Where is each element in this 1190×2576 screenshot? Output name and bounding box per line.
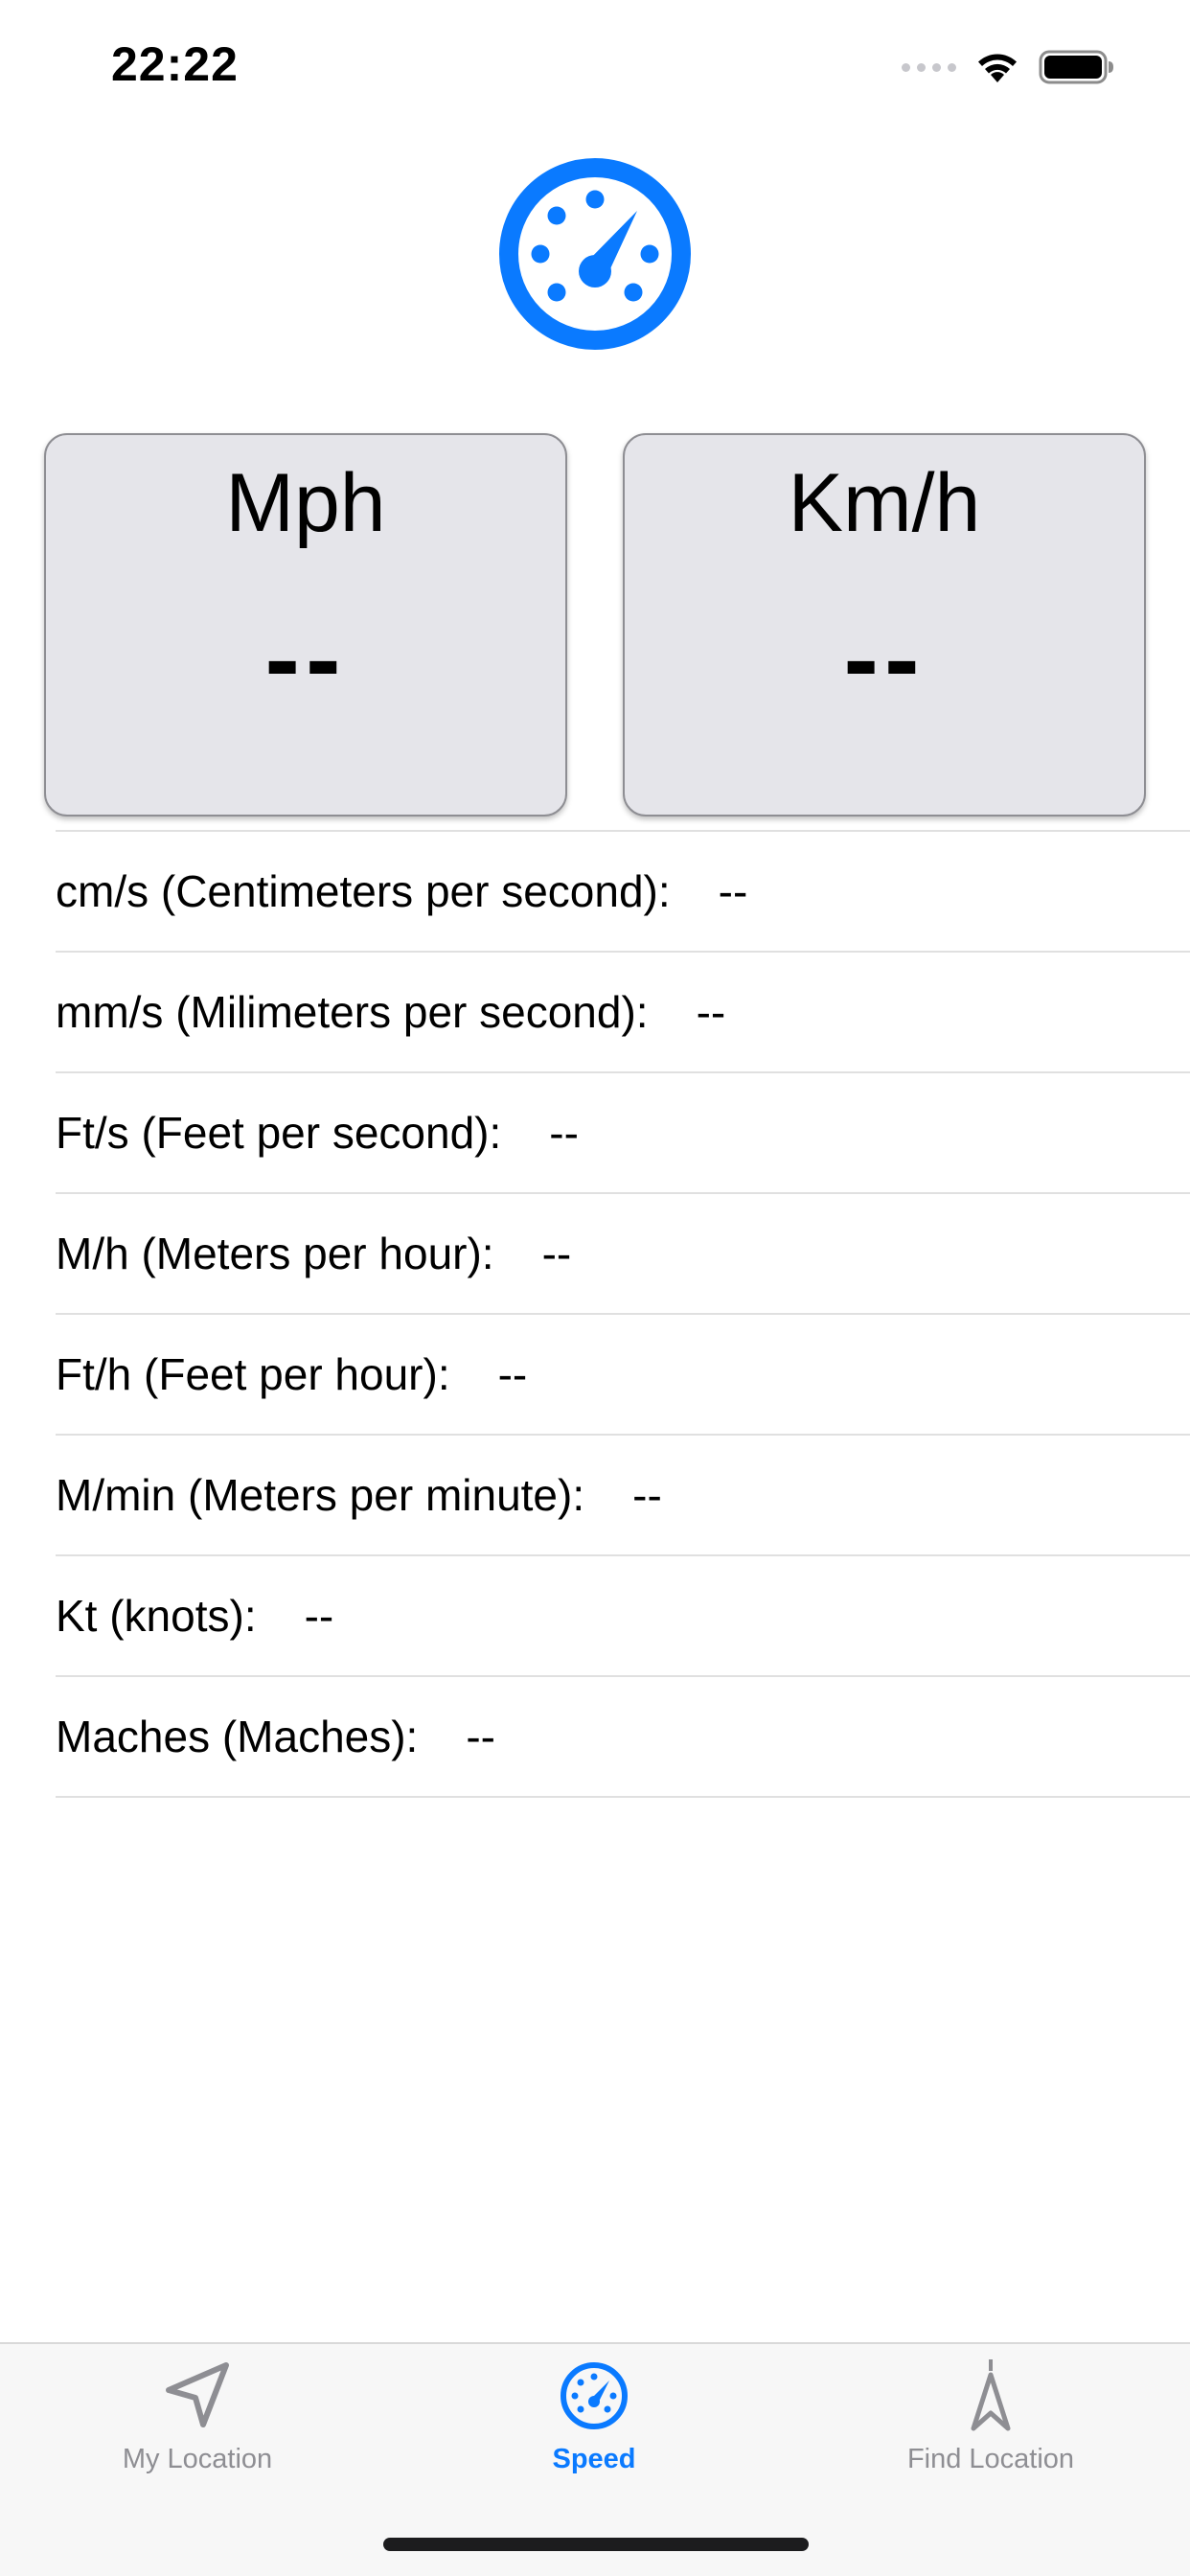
kmh-card-title: Km/h (788, 457, 981, 549)
unit-row-ft-per-hour: Ft/h (Feet per hour): -- (56, 1315, 1190, 1436)
unit-row-mm-per-second: mm/s (Milimeters per second): -- (56, 953, 1190, 1073)
unit-value: -- (696, 987, 726, 1037)
speedometer-icon (561, 2362, 628, 2429)
unit-label: Ft/h (Feet per hour): (56, 1349, 450, 1399)
unit-row-m-per-hour: M/h (Meters per hour): -- (56, 1194, 1190, 1315)
unit-row-knots: Kt (knots): -- (56, 1556, 1190, 1677)
mph-card-value: -- (264, 600, 347, 718)
kmh-card: Km/h -- (623, 433, 1146, 816)
unit-value: -- (304, 1591, 334, 1641)
unit-label: M/min (Meters per minute): (56, 1470, 585, 1520)
unit-value: -- (466, 1712, 495, 1761)
unit-value: -- (541, 1229, 572, 1278)
wifi-icon (978, 54, 1017, 82)
unit-value: -- (718, 866, 748, 916)
unit-value: -- (632, 1470, 662, 1520)
status-bar: 22:22 (0, 0, 1190, 134)
tab-speed[interactable]: Speed (422, 2358, 767, 2475)
status-time: 22:22 (111, 37, 239, 91)
mph-card-title: Mph (225, 457, 386, 549)
tab-label: My Location (122, 2444, 273, 2474)
unit-value: -- (497, 1349, 528, 1399)
unit-label: mm/s (Milimeters per second): (56, 987, 649, 1037)
tab-find-location[interactable]: Find Location (818, 2358, 1163, 2475)
unit-label: Maches (Maches): (56, 1712, 419, 1761)
battery-icon (1039, 50, 1113, 84)
unit-label: cm/s (Centimeters per second): (56, 866, 671, 916)
unit-row-m-per-minute: M/min (Meters per minute): -- (56, 1436, 1190, 1556)
unit-label: Ft/s (Feet per second): (56, 1108, 502, 1158)
tab-label: Speed (552, 2444, 636, 2474)
unit-row-maches: Maches (Maches): -- (56, 1677, 1190, 1798)
mph-card: Mph -- (44, 433, 567, 816)
status-icons (902, 44, 1115, 90)
unit-value: -- (549, 1108, 579, 1158)
navigation-arrow-icon (971, 2359, 1011, 2431)
home-indicator[interactable] (383, 2538, 809, 2551)
unit-list: cm/s (Centimeters per second): -- mm/s (… (56, 830, 1190, 1798)
signal-dots-icon (902, 62, 956, 72)
unit-row-cm-per-second: cm/s (Centimeters per second): -- (56, 832, 1190, 953)
unit-row-ft-per-second: Ft/s (Feet per second): -- (56, 1073, 1190, 1194)
tab-label: Find Location (906, 2444, 1075, 2474)
unit-label: Kt (knots): (56, 1591, 257, 1641)
unit-label: M/h (Meters per hour): (56, 1229, 494, 1278)
speed-screen: 22:22 Mph -- Km/h -- cm/s (Centimeters p… (0, 0, 1190, 2576)
kmh-card-value: -- (843, 600, 926, 718)
tab-my-location[interactable]: My Location (25, 2358, 370, 2475)
speedometer-icon (499, 158, 691, 350)
location-arrow-icon (166, 2362, 229, 2427)
